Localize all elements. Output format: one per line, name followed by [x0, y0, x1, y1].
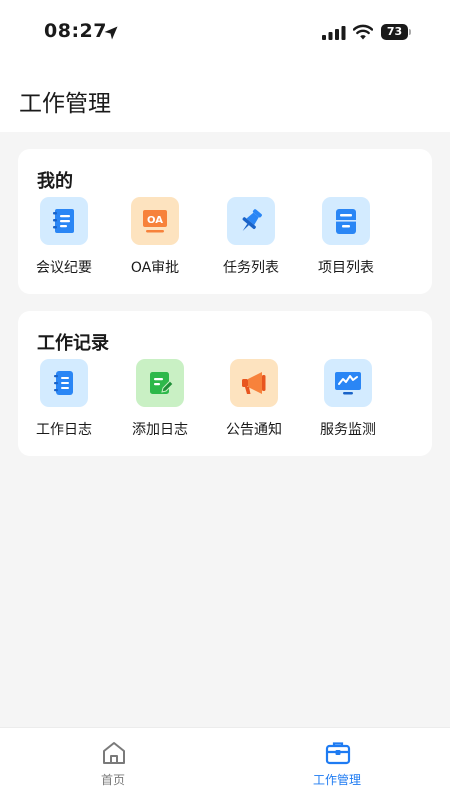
section-title: 工作记录 [37, 333, 109, 354]
service-monitor-button[interactable]: 服务监测 [308, 359, 388, 443]
tab-home-label: 首页 [100, 773, 125, 787]
section-work-log-card: 工作记录 工作日志 添加日志 公告通知 服务监测 [18, 311, 432, 456]
section-title: 我的 [37, 171, 73, 192]
monitor-icon [324, 359, 372, 407]
work-log-label: 工作日志 [36, 422, 92, 438]
tab-work-management-label: 工作管理 [312, 773, 361, 787]
section-my-card: 我的 会议纪要 OA OA审批 任务列表 项目列表 [18, 149, 432, 294]
battery-icon: 73 [381, 24, 408, 40]
megaphone-icon [230, 359, 278, 407]
work-log-button[interactable]: 工作日志 [24, 359, 104, 443]
battery-cap [409, 29, 411, 35]
status-time: 08:27 [44, 20, 107, 42]
task-list-button[interactable]: 任务列表 [211, 197, 291, 281]
task-list-label: 任务列表 [223, 260, 279, 276]
pin-icon [227, 197, 275, 245]
announcement-label: 公告通知 [226, 422, 282, 438]
oa-icon-text: OA [147, 215, 163, 226]
tab-home[interactable]: 首页 [53, 728, 173, 801]
battery-level: 73 [386, 25, 403, 38]
add-log-button[interactable]: 添加日志 [120, 359, 200, 443]
home-icon [103, 742, 125, 764]
briefcase-icon [325, 742, 351, 765]
tab-work-management[interactable]: 工作管理 [277, 728, 397, 801]
bottom-tab-bar: 首页 工作管理 [0, 727, 450, 801]
service-monitor-label: 服务监测 [320, 422, 376, 438]
cellular-signal-icon [322, 26, 346, 40]
notebook-icon [40, 359, 88, 407]
wifi-icon [353, 24, 373, 40]
oa-approval-label: OA审批 [130, 260, 180, 276]
add-log-icon [136, 359, 184, 407]
page-title: 工作管理 [19, 91, 111, 117]
status-bar: 08:27 73 [0, 0, 450, 66]
oa-approval-button[interactable]: OA OA审批 [115, 197, 195, 281]
header-area: 08:27 73 工作管理 [0, 0, 450, 132]
location-arrow-icon [104, 26, 118, 40]
meeting-notes-icon [40, 197, 88, 245]
announcement-button[interactable]: 公告通知 [214, 359, 294, 443]
project-list-label: 项目列表 [318, 260, 374, 276]
project-cabinet-icon [322, 197, 370, 245]
meeting-notes-label: 会议纪要 [36, 260, 92, 276]
meeting-notes-button[interactable]: 会议纪要 [24, 197, 104, 281]
oa-approval-icon: OA [131, 197, 179, 245]
add-log-label: 添加日志 [132, 422, 188, 438]
project-list-button[interactable]: 项目列表 [306, 197, 386, 281]
